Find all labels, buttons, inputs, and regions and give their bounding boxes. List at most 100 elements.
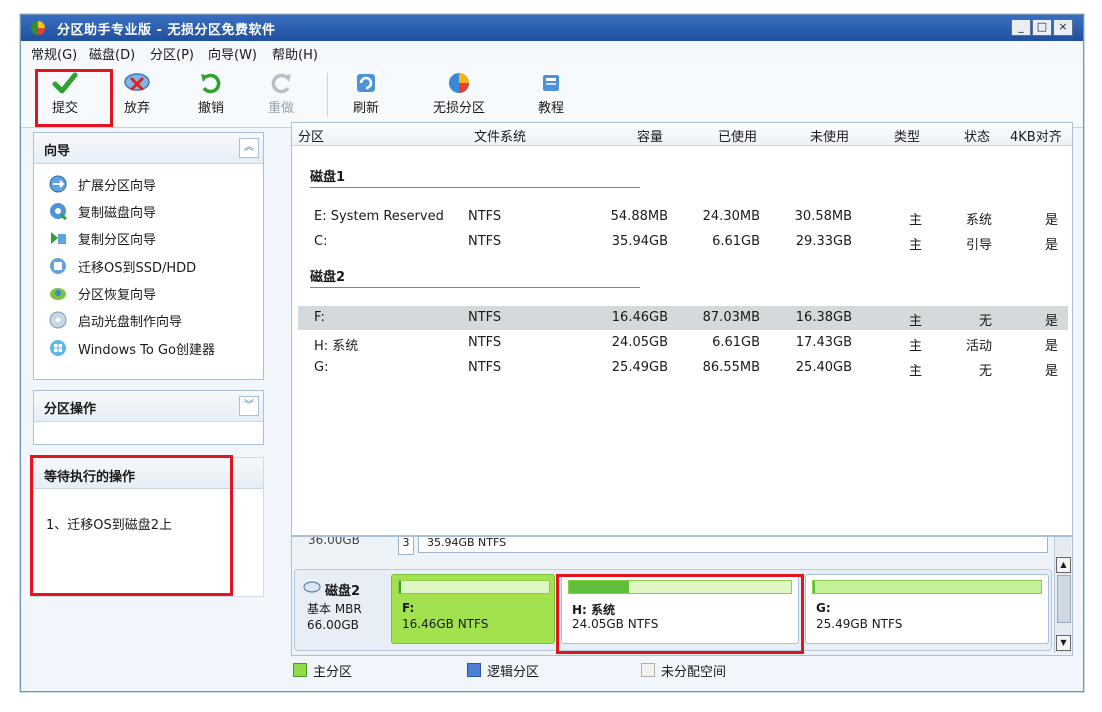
partition-ops-header: 分区操作 ︾: [34, 391, 263, 422]
row-capacity: 24.05GB: [611, 335, 668, 350]
row-type: 主: [909, 314, 923, 329]
diskmap-scrollbar[interactable]: ▲ ▼: [1054, 537, 1071, 653]
tutorial-button[interactable]: 教程: [521, 69, 581, 125]
row-fs: NTFS: [468, 335, 502, 350]
row-fs: NTFS: [468, 360, 502, 375]
windows-to-go-icon: [50, 340, 66, 356]
table-row[interactable]: C: NTFS 35.94GB 6.61GB 29.33GB 主 引导 是: [298, 230, 1068, 254]
close-button[interactable]: ×: [1053, 19, 1073, 36]
discard-label: 放弃: [123, 101, 150, 116]
lossless-partition-button[interactable]: 无损分区: [419, 69, 499, 125]
wizard-collapse-button[interactable]: ︽: [239, 138, 259, 158]
refresh-icon: [357, 74, 375, 92]
partition-block-g[interactable]: G: 25.49GB NTFS: [805, 574, 1049, 644]
legend-logical-label: 逻辑分区: [487, 665, 540, 680]
table-row[interactable]: H: 系统 NTFS 24.05GB 6.61GB 17.43GB 主 活动 是: [298, 331, 1068, 355]
col-used[interactable]: 已使用: [718, 126, 757, 145]
col-type[interactable]: 类型: [894, 126, 920, 145]
row-status: 活动: [965, 339, 992, 354]
partition-usage-fill: [399, 581, 401, 593]
title-bar[interactable]: 分区助手专业版 - 无损分区免费软件 _ □ ×: [21, 15, 1083, 41]
pie-chart-icon: [449, 73, 469, 93]
partition-usage-bar: [398, 580, 550, 594]
row-capacity: 16.46GB: [611, 310, 668, 325]
disk1-map-partition-small[interactable]: 3: [398, 537, 414, 555]
refresh-button[interactable]: 刷新: [336, 69, 396, 125]
disk1-divider: [310, 187, 640, 188]
app-window: 分区助手专业版 - 无损分区免费软件 _ □ × 常规(G) 磁盘(D) 分区(…: [20, 14, 1084, 692]
partition-ops-expand-button[interactable]: ︾: [239, 396, 259, 416]
row-fs: NTFS: [468, 234, 502, 249]
partition-usage-bar: [812, 580, 1042, 594]
highlight-pending-box: [30, 455, 233, 596]
row-capacity: 25.49GB: [611, 360, 668, 375]
col-4k-align[interactable]: 4KB对齐: [1010, 126, 1062, 145]
table-row[interactable]: G: NTFS 25.49GB 86.55MB 25.40GB 主 无 是: [298, 356, 1068, 380]
wizard-item-label: 扩展分区向导: [78, 179, 157, 194]
disk1-map-partition-c[interactable]: 35.94GB NTFS: [418, 537, 1048, 553]
col-status[interactable]: 状态: [964, 126, 990, 145]
row-used: 86.55MB: [702, 360, 760, 375]
menu-partition[interactable]: 分区(P): [150, 44, 194, 63]
legend: 主分区 逻辑分区 未分配空间: [291, 655, 1071, 685]
row-status: 无: [978, 314, 992, 329]
menu-help[interactable]: 帮助(H): [272, 44, 318, 63]
partition-detail: 25.49GB NTFS: [816, 617, 903, 631]
discard-icon: [124, 73, 150, 91]
migrate-os-icon: [50, 258, 66, 274]
disk-drive-icon: [303, 581, 321, 593]
wizard-item-label: 启动光盘制作向导: [78, 315, 183, 330]
wizard-panel-header: 向导 ︽: [34, 133, 263, 164]
wizard-item-label: 复制分区向导: [78, 233, 157, 248]
maximize-button[interactable]: □: [1032, 19, 1052, 36]
disk2-group-label: 磁盘2: [310, 270, 346, 285]
app-logo-icon: [31, 21, 45, 35]
wizard-panel: 向导 ︽ 扩展分区向导 复制磁盘向导 复制分区向导 迁移OS到SSD/HDD 分…: [33, 132, 264, 380]
refresh-label: 刷新: [352, 101, 379, 116]
highlight-h-partition-box: [556, 574, 804, 654]
undo-icon: [201, 73, 221, 94]
disk1-map-strip: 36.00GB 3 35.94GB NTFS: [292, 537, 1052, 563]
partition-table: 分区 文件系统 容量 已使用 未使用 类型 状态 4KB对齐 磁盘1 E: Sy…: [291, 122, 1073, 536]
recover-partition-icon: [50, 288, 66, 300]
redo-label: 重做: [267, 101, 294, 116]
disk1-group-label: 磁盘1: [310, 170, 346, 185]
minimize-button[interactable]: _: [1011, 19, 1031, 36]
disk2-divider: [310, 287, 640, 288]
disk2-map-size: 66.00GB: [307, 618, 359, 632]
menu-wizard[interactable]: 向导(W): [208, 44, 257, 63]
redo-button[interactable]: 重做: [251, 69, 311, 125]
table-row[interactable]: E: System Reserved NTFS 54.88MB 24.30MB …: [298, 205, 1068, 229]
table-header: 分区 文件系统 容量 已使用 未使用 类型 状态 4KB对齐: [292, 123, 1072, 146]
copy-partition-icon: [51, 232, 66, 244]
row-capacity: 54.88MB: [610, 209, 668, 224]
scroll-thumb[interactable]: [1057, 575, 1071, 623]
row-type: 主: [909, 364, 923, 379]
table-row-selected[interactable]: F: NTFS 16.46GB 87.03MB 16.38GB 主 无 是: [298, 306, 1068, 330]
legend-unallocated-swatch: [641, 663, 655, 677]
partition-label: G:: [816, 601, 831, 615]
disk2-map-type: 基本 MBR: [307, 602, 362, 616]
wizard-item-label: Windows To Go创建器: [78, 343, 216, 358]
wizard-item-label: 迁移OS到SSD/HDD: [78, 261, 197, 276]
col-capacity[interactable]: 容量: [637, 126, 663, 145]
menu-disk[interactable]: 磁盘(D): [89, 44, 135, 63]
row-free: 17.43GB: [795, 335, 852, 350]
col-partition[interactable]: 分区: [298, 126, 324, 145]
undo-button[interactable]: 撤销: [181, 69, 241, 125]
disk1-map-size: 36.00GB: [308, 537, 360, 547]
discard-button[interactable]: 放弃: [107, 69, 167, 125]
partition-label: F:: [402, 601, 415, 615]
col-free[interactable]: 未使用: [810, 126, 849, 145]
row-free: 16.38GB: [795, 310, 852, 325]
row-type: 主: [909, 238, 923, 253]
scroll-up-arrow[interactable]: ▲: [1056, 557, 1071, 573]
menu-general[interactable]: 常规(G): [31, 44, 77, 63]
row-name: E: System Reserved: [314, 209, 444, 224]
scroll-down-arrow[interactable]: ▼: [1056, 635, 1071, 651]
row-align: 是: [1045, 364, 1059, 379]
row-used: 6.61GB: [712, 234, 760, 249]
row-free: 29.33GB: [795, 234, 852, 249]
col-filesystem[interactable]: 文件系统: [474, 126, 526, 145]
partition-block-f[interactable]: F: 16.46GB NTFS: [391, 574, 555, 644]
